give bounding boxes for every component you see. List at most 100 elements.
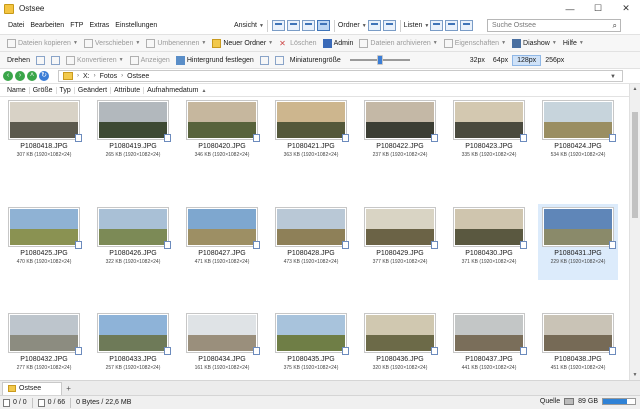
file-thumbnail-item[interactable]: P1080429.JPG 377 KB (1920×1082×24) bbox=[360, 204, 440, 280]
delete-button[interactable]: ✕ Löschen bbox=[276, 36, 319, 51]
forward-arrow-icon[interactable]: › bbox=[15, 71, 25, 81]
thumbnail-image[interactable] bbox=[453, 100, 527, 142]
file-thumbnail-item[interactable]: P1080438.JPG 451 KB (1920×1082×24) bbox=[538, 310, 618, 380]
view-details-button[interactable] bbox=[271, 20, 285, 31]
thumbnail-image[interactable] bbox=[364, 207, 438, 249]
maximize-button[interactable]: ☐ bbox=[584, 0, 612, 17]
source-label[interactable]: Quelle bbox=[540, 398, 560, 405]
file-thumbnail-item[interactable]: P1080420.JPG 346 KB (1920×1082×24) bbox=[182, 97, 262, 173]
slider-thumb[interactable] bbox=[376, 55, 383, 65]
menu-ftp[interactable]: FTP bbox=[67, 22, 86, 29]
thumb-small-button[interactable] bbox=[257, 53, 272, 68]
thumbnail-image[interactable] bbox=[275, 100, 349, 142]
move-button[interactable]: Verschieben ▼ bbox=[81, 36, 143, 51]
file-thumbnail-item[interactable]: P1080434.JPG 161 KB (1920×1082×24) bbox=[182, 310, 262, 380]
thumbnail-image[interactable] bbox=[542, 313, 616, 355]
size-256-option[interactable]: 256px bbox=[541, 56, 568, 65]
thumbnail-image[interactable] bbox=[542, 207, 616, 249]
ansicht-dropdown[interactable]: Ansicht ▼ bbox=[234, 22, 264, 29]
crumb-ostsee[interactable]: Ostsee bbox=[127, 73, 149, 80]
convert-button[interactable]: Konvertieren ▼ bbox=[63, 53, 127, 68]
file-thumbnail-item[interactable]: P1080435.JPG 375 KB (1920×1082×24) bbox=[271, 310, 351, 380]
thumbnail-image[interactable] bbox=[8, 100, 82, 142]
thumbnail-image[interactable] bbox=[8, 313, 82, 355]
thumbnail-image[interactable] bbox=[275, 313, 349, 355]
file-thumbnail-item[interactable]: P1080433.JPG 257 KB (1920×1082×24) bbox=[93, 310, 173, 380]
thumbnail-image[interactable] bbox=[97, 313, 171, 355]
thumbnail-image[interactable] bbox=[542, 100, 616, 142]
view-thumbnails-button[interactable] bbox=[316, 20, 330, 31]
file-thumbnail-item[interactable]: P1080425.JPG 470 KB (1920×1082×24) bbox=[4, 204, 84, 280]
col-name[interactable]: Name bbox=[4, 86, 30, 94]
file-thumbnail-item[interactable]: P1080423.JPG 335 KB (1920×1082×24) bbox=[449, 97, 529, 173]
help-button[interactable]: Hilfe ▼ bbox=[560, 36, 587, 51]
view-tiles-button[interactable] bbox=[301, 20, 315, 31]
col-size[interactable]: Größe bbox=[30, 86, 57, 94]
list-layout-1-button[interactable] bbox=[430, 20, 444, 31]
col-attributes[interactable]: Attribute bbox=[111, 86, 145, 94]
chevron-down-icon[interactable]: ▼ bbox=[610, 74, 616, 80]
file-thumbnail-item[interactable]: P1080421.JPG 363 KB (1920×1082×24) bbox=[271, 97, 351, 173]
menu-datei[interactable]: Datei bbox=[5, 22, 27, 29]
view-image-button[interactable]: Anzeigen bbox=[127, 53, 173, 68]
vertical-scrollbar[interactable]: ▲ ▼ bbox=[629, 84, 640, 380]
thumbnail-image[interactable] bbox=[453, 313, 527, 355]
crumb-fotos[interactable]: Fotos bbox=[100, 73, 118, 80]
col-type[interactable]: Typ bbox=[57, 86, 75, 94]
folder-split-button[interactable] bbox=[382, 20, 396, 31]
folder-tree-button[interactable] bbox=[367, 20, 381, 31]
size-64-option[interactable]: 64px bbox=[489, 56, 512, 65]
file-thumbnail-item[interactable]: P1080431.JPG 229 KB (1920×1082×24) bbox=[538, 204, 618, 280]
scroll-down-icon[interactable]: ▼ bbox=[630, 370, 640, 380]
list-layout-3-button[interactable] bbox=[460, 20, 474, 31]
menu-extras[interactable]: Extras bbox=[86, 22, 112, 29]
minimize-button[interactable]: — bbox=[556, 0, 584, 17]
thumbnail-image[interactable] bbox=[97, 100, 171, 142]
tab-ostsee[interactable]: Ostsee bbox=[2, 381, 63, 395]
file-thumbnail-item[interactable]: P1080418.JPG 307 KB (1920×1082×24) bbox=[4, 97, 84, 173]
file-thumbnail-item[interactable]: P1080430.JPG 371 KB (1920×1082×24) bbox=[449, 204, 529, 280]
thumbnail-image[interactable] bbox=[186, 207, 260, 249]
close-button[interactable]: ✕ bbox=[612, 0, 640, 17]
thumbnail-image[interactable] bbox=[275, 207, 349, 249]
file-thumbnail-item[interactable]: P1080419.JPG 265 KB (1920×1082×24) bbox=[93, 97, 173, 173]
file-thumbnail-item[interactable]: P1080437.JPG 441 KB (1920×1082×24) bbox=[449, 310, 529, 380]
set-wallpaper-button[interactable]: Hintergrund festlegen bbox=[173, 53, 257, 68]
file-thumbnail-item[interactable]: P1080427.JPG 471 KB (1920×1082×24) bbox=[182, 204, 262, 280]
file-thumbnail-item[interactable]: P1080422.JPG 237 KB (1920×1082×24) bbox=[360, 97, 440, 173]
thumbnail-image[interactable] bbox=[97, 207, 171, 249]
back-arrow-icon[interactable]: ‹ bbox=[3, 71, 13, 81]
thumbnail-image[interactable] bbox=[186, 313, 260, 355]
listen-dropdown[interactable]: Listen ▼ bbox=[404, 22, 430, 29]
file-thumbnail-item[interactable]: P1080428.JPG 473 KB (1920×1082×24) bbox=[271, 204, 351, 280]
menu-bearbeiten[interactable]: Bearbeiten bbox=[27, 22, 67, 29]
new-folder-button[interactable]: Neuer Ordner ▼ bbox=[209, 36, 276, 51]
admin-button[interactable]: Admin bbox=[320, 36, 357, 51]
up-arrow-icon[interactable]: ˄ bbox=[27, 71, 37, 81]
scroll-up-icon[interactable]: ▲ bbox=[630, 84, 640, 94]
archive-button[interactable]: Dateien archivieren ▼ bbox=[356, 36, 440, 51]
scroll-thumb[interactable] bbox=[632, 112, 638, 218]
view-list-button[interactable] bbox=[286, 20, 300, 31]
col-capture-date[interactable]: Aufnahmedatum ▲ bbox=[144, 87, 209, 94]
search-input[interactable]: Suche Ostsee ⌕ bbox=[487, 19, 621, 32]
search-icon[interactable]: ⌕ bbox=[613, 21, 617, 31]
thumbnail-image[interactable] bbox=[364, 313, 438, 355]
rotate-button[interactable]: Drehen bbox=[4, 53, 33, 68]
thumbnail-image[interactable] bbox=[364, 100, 438, 142]
file-thumbnail-item[interactable]: P1080432.JPG 277 KB (1920×1082×24) bbox=[4, 310, 84, 380]
add-tab-icon[interactable]: + bbox=[66, 384, 71, 393]
size-32-option[interactable]: 32px bbox=[466, 56, 489, 65]
thumbnail-size-slider[interactable] bbox=[349, 55, 410, 65]
breadcrumb[interactable]: › X: › Fotos › Ostsee ▼ bbox=[58, 70, 623, 82]
file-thumbnail-item[interactable]: P1080424.JPG 534 KB (1920×1082×24) bbox=[538, 97, 618, 173]
thumbnail-image[interactable] bbox=[8, 207, 82, 249]
ordner-dropdown[interactable]: Ordner ▼ bbox=[338, 22, 367, 29]
slideshow-button[interactable]: Diashow ▼ bbox=[509, 36, 560, 51]
rotate-right-button[interactable] bbox=[48, 53, 63, 68]
thumb-large-button[interactable] bbox=[272, 53, 287, 68]
list-layout-2-button[interactable] bbox=[445, 20, 459, 31]
copy-files-button[interactable]: Dateien kopieren ▼ bbox=[4, 36, 81, 51]
menu-einstellungen[interactable]: Einstellungen bbox=[112, 22, 160, 29]
col-modified[interactable]: Geändert bbox=[75, 86, 112, 94]
